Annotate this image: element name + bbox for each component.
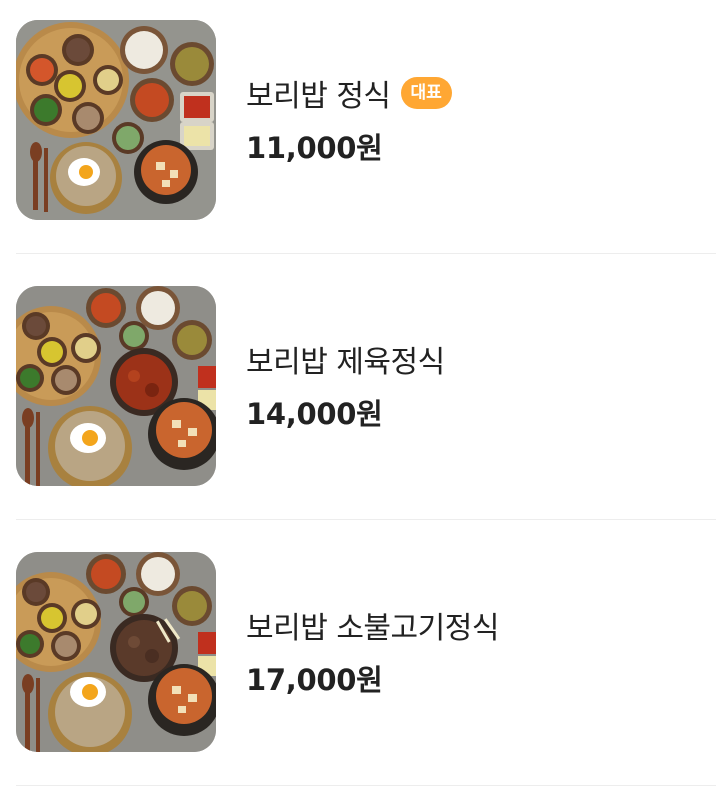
divider xyxy=(16,785,716,786)
menu-item-barley-rice-pork-set[interactable]: 보리밥 제육정식 14,000원 xyxy=(16,286,716,486)
menu-item-barley-rice-bulgogi-set[interactable]: 보리밥 소불고기정식 17,000원 xyxy=(16,552,716,752)
menu-item-name: 보리밥 정식 xyxy=(246,79,391,114)
menu-item-name: 보리밥 소불고기정식 xyxy=(246,611,499,646)
menu-item-barley-rice-set[interactable]: 보리밥 정식 대표 11,000원 xyxy=(16,20,716,220)
menu-name-row: 보리밥 소불고기정식 xyxy=(246,605,499,646)
food-photo-icon xyxy=(16,286,216,486)
signature-badge: 대표 xyxy=(400,77,452,109)
food-photo-icon xyxy=(16,20,216,220)
menu-item-info: 보리밥 정식 대표 11,000원 xyxy=(246,73,452,167)
menu-item-info: 보리밥 소불고기정식 17,000원 xyxy=(246,605,499,699)
menu-item-price: 14,000원 xyxy=(246,397,383,431)
menu-item-photo xyxy=(16,286,216,486)
menu-item-name: 보리밥 제육정식 xyxy=(246,345,445,380)
menu-item-info: 보리밥 제육정식 14,000원 xyxy=(246,339,445,433)
divider xyxy=(16,253,716,254)
food-photo-icon xyxy=(16,552,216,752)
menu-list: 보리밥 정식 대표 11,000원 보리밥 제육정식 14,000원 보리밥 소… xyxy=(0,0,716,800)
divider xyxy=(16,519,716,520)
menu-item-photo xyxy=(16,552,216,752)
menu-item-photo xyxy=(16,20,216,220)
menu-item-price: 17,000원 xyxy=(246,663,383,697)
menu-name-row: 보리밥 제육정식 xyxy=(246,339,445,380)
menu-name-row: 보리밥 정식 대표 xyxy=(246,73,452,114)
menu-item-price: 11,000원 xyxy=(246,131,383,165)
